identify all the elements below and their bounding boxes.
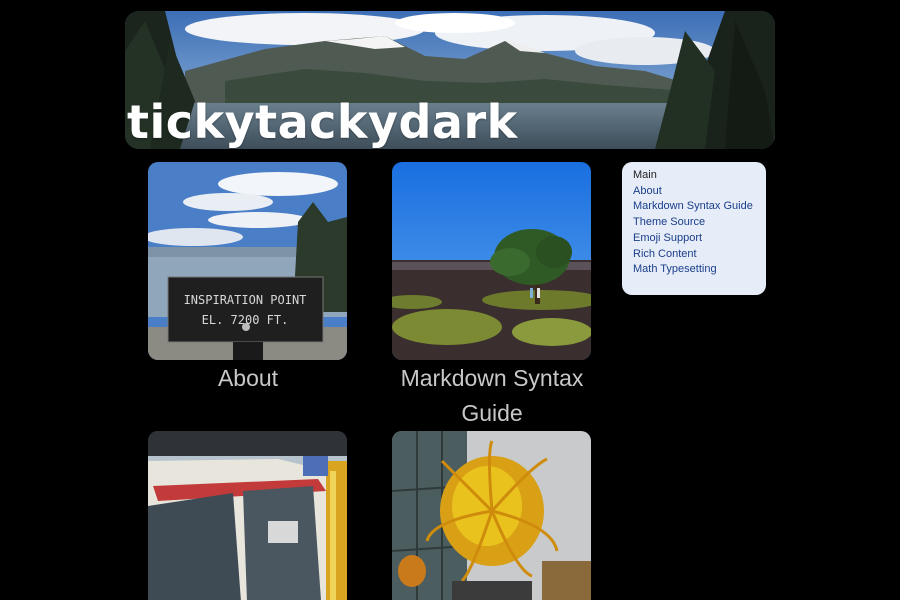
post-card: Markdown Syntax Guide (392, 162, 591, 431)
sidebar-link-rich-content[interactable]: Rich Content (633, 248, 697, 260)
site-title[interactable]: tickytackydark (127, 92, 518, 152)
page: tickytackydark INSPIRATION POINT EL. 720… (0, 0, 900, 600)
post-card (392, 431, 591, 600)
sidebar-link-theme-source[interactable]: Theme Source (633, 216, 705, 228)
sidebar-nav: Main About Markdown Syntax Guide Theme S… (622, 162, 766, 295)
post-thumbnail[interactable]: INSPIRATION POINT EL. 7200 FT. (148, 162, 347, 360)
post-title-link[interactable]: About (128, 361, 368, 396)
sidebar-link-math-typesetting[interactable]: Math Typesetting (633, 263, 717, 275)
sidebar-link-emoji-support[interactable]: Emoji Support (633, 232, 702, 244)
post-thumbnail[interactable] (392, 431, 591, 600)
post-title-link[interactable]: Markdown Syntax Guide (372, 361, 612, 431)
post-thumbnail[interactable] (148, 431, 347, 600)
sidebar-link-about[interactable]: About (633, 185, 662, 197)
svg-text:INSPIRATION POINT: INSPIRATION POINT (184, 293, 307, 307)
sidebar-item-main: Main (633, 169, 657, 181)
post-card (148, 431, 347, 600)
svg-text:EL. 7200 FT.: EL. 7200 FT. (202, 313, 289, 327)
sidebar-link-markdown-syntax-guide[interactable]: Markdown Syntax Guide (633, 200, 753, 212)
post-thumbnail[interactable] (392, 162, 591, 360)
post-card: INSPIRATION POINT EL. 7200 FT. About (148, 162, 347, 396)
